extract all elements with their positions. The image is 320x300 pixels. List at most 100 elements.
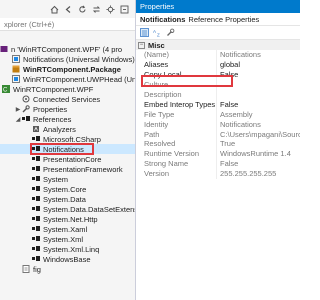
reference-icon xyxy=(32,196,40,202)
wrench-icon xyxy=(22,105,30,113)
reference-icon xyxy=(32,146,40,152)
property-row-embed-interop-types[interactable]: Embed Interop Types False xyxy=(136,99,300,110)
property-name: File Type xyxy=(144,109,175,119)
property-category-misc[interactable]: − Misc xyxy=(136,40,300,50)
svg-text:Z: Z xyxy=(157,33,160,38)
properties-object-selector[interactable]: Notifications Reference Properties xyxy=(136,13,300,26)
collapse-arrow-icon[interactable]: ◢ xyxy=(15,116,21,123)
csharp-project-icon: C xyxy=(2,85,10,94)
tree-item-config[interactable]: fig xyxy=(0,264,135,274)
tree-item-label: Microsoft.CSharp xyxy=(43,134,101,144)
tree-item-label: System.Data.DataSetExtension xyxy=(43,204,135,214)
tree-item-project[interactable]: WinRTComponent.UWPHead (Univer xyxy=(0,74,135,84)
analyzers-icon xyxy=(32,125,40,133)
tree-item-label: System.Xml xyxy=(43,234,84,244)
property-row-name[interactable]: (Name) Notifications xyxy=(136,50,300,60)
tree-item-references[interactable]: ◢ References xyxy=(0,114,135,124)
property-value: False xyxy=(220,159,239,169)
reference-icon xyxy=(32,236,40,242)
property-name: Embed Interop Types xyxy=(144,99,216,109)
tree-item-reference[interactable]: PresentationFramework xyxy=(0,164,135,174)
tree-item-analyzers[interactable]: Analyzers xyxy=(0,124,135,134)
tree-item-label: Analyzers xyxy=(43,124,76,134)
tree-item-reference[interactable]: System.Xml xyxy=(0,234,135,244)
tree-item-project[interactable]: WinRTComponent.Package xyxy=(0,64,135,74)
home-icon[interactable] xyxy=(50,5,59,14)
property-name: Culture xyxy=(144,80,169,90)
property-value: 255.255.255.255 xyxy=(220,169,277,179)
property-row-runtime-version[interactable]: Runtime Version WindowsRuntime 1.4 xyxy=(136,148,300,159)
svg-text:C: C xyxy=(3,88,8,94)
property-row-aliases[interactable]: Aliases global xyxy=(136,59,300,70)
property-row-path[interactable]: Path C:\Users\mpagani\Source\Ap xyxy=(136,129,300,140)
solution-explorer-search[interactable] xyxy=(0,18,135,31)
tree-item-project[interactable]: C WinRTComponent.WPF xyxy=(0,84,135,94)
property-row-version[interactable]: Version 255.255.255.255 xyxy=(136,168,300,179)
property-value[interactable]: False xyxy=(217,70,300,79)
tree-item-label: System.Net.Http xyxy=(43,214,98,224)
tree-item-label: Notifications xyxy=(43,144,84,154)
back-icon[interactable] xyxy=(64,5,73,14)
tree-item-connected-services[interactable]: Connected Services xyxy=(0,94,135,104)
properties-toolbar: AZ xyxy=(136,26,300,40)
alphabetical-icon[interactable]: AZ xyxy=(153,28,162,37)
tree-item-project[interactable]: Notifications (Universal Windows) xyxy=(0,54,135,64)
connected-services-icon xyxy=(22,95,30,103)
property-value[interactable]: False xyxy=(217,100,300,109)
tree-item-reference[interactable]: System.Data xyxy=(0,194,135,204)
tree-item-reference[interactable]: System.Xaml xyxy=(0,224,135,234)
tree-item-reference[interactable]: System.Xml.Linq xyxy=(0,244,135,254)
package-icon xyxy=(12,65,20,73)
tree-item-label: System.Data xyxy=(43,194,86,204)
tree-item-solution[interactable]: n 'WinRTComponent.WPF' (4 pro xyxy=(0,44,135,54)
property-value: Notifications xyxy=(220,119,261,129)
tree-item-reference-selected[interactable]: Notifications xyxy=(0,144,135,154)
expand-arrow-icon[interactable]: ▶ xyxy=(15,106,21,113)
properties-title: Properties xyxy=(140,2,175,11)
tree-item-label: n 'WinRTComponent.WPF' (4 pro xyxy=(11,44,123,54)
property-name: (Name) xyxy=(144,50,170,60)
solution-explorer: n 'WinRTComponent.WPF' (4 pro Notificati… xyxy=(0,0,135,300)
sync-icon[interactable] xyxy=(92,5,101,14)
property-value[interactable]: global xyxy=(217,60,300,69)
property-name: Strong Name xyxy=(144,159,189,169)
property-value: C:\Users\mpagani\Source\Ap xyxy=(220,129,300,139)
tree-item-reference[interactable]: System xyxy=(0,174,135,184)
property-row-identity[interactable]: Identity Notifications xyxy=(136,119,300,130)
property-row-resolved[interactable]: Resolved True xyxy=(136,139,300,149)
property-row-strong-name[interactable]: Strong Name False xyxy=(136,158,300,169)
reference-icon xyxy=(32,136,40,142)
property-row-culture[interactable]: Culture xyxy=(136,79,300,90)
tree-item-properties[interactable]: ▶ Properties xyxy=(0,104,135,114)
gear-icon[interactable] xyxy=(106,5,115,14)
tree-item-reference[interactable]: PresentationCore xyxy=(0,154,135,164)
property-row-copy-local[interactable]: Copy Local False xyxy=(136,69,300,80)
tree-item-reference[interactable]: Microsoft.CSharp xyxy=(0,134,135,144)
tree-item-reference[interactable]: WindowsBase xyxy=(0,254,135,264)
svg-text:A: A xyxy=(153,29,156,34)
expand-icon[interactable] xyxy=(120,5,129,14)
properties-title-bar: Properties xyxy=(136,0,300,13)
refresh-icon[interactable] xyxy=(78,4,87,14)
category-label: Misc xyxy=(148,40,165,50)
references-icon xyxy=(22,116,30,122)
tree-item-label: PresentationFramework xyxy=(43,164,123,174)
categorized-icon[interactable] xyxy=(140,28,149,37)
tree-item-label: WinRTComponent.Package xyxy=(23,64,121,74)
property-row-description[interactable]: Description xyxy=(136,89,300,100)
project-icon xyxy=(12,75,20,83)
tree-item-reference[interactable]: System.Data.DataSetExtension xyxy=(0,204,135,214)
property-row-file-type[interactable]: File Type Assembly xyxy=(136,109,300,120)
tree-item-reference[interactable]: System.Net.Http xyxy=(0,214,135,224)
property-name: Aliases xyxy=(144,60,169,70)
properties-panel: Properties Notifications Reference Prope… xyxy=(135,0,300,300)
collapse-icon[interactable]: − xyxy=(138,41,145,49)
tree-item-label: PresentationCore xyxy=(43,154,102,164)
wrench-icon[interactable] xyxy=(166,28,175,37)
property-value: True xyxy=(220,139,236,149)
property-name: Copy Local xyxy=(144,70,182,80)
object-name: Notifications xyxy=(140,14,186,24)
tree-item-reference[interactable]: System.Core xyxy=(0,184,135,194)
property-name: Runtime Version xyxy=(144,149,200,159)
search-input[interactable] xyxy=(4,19,124,29)
